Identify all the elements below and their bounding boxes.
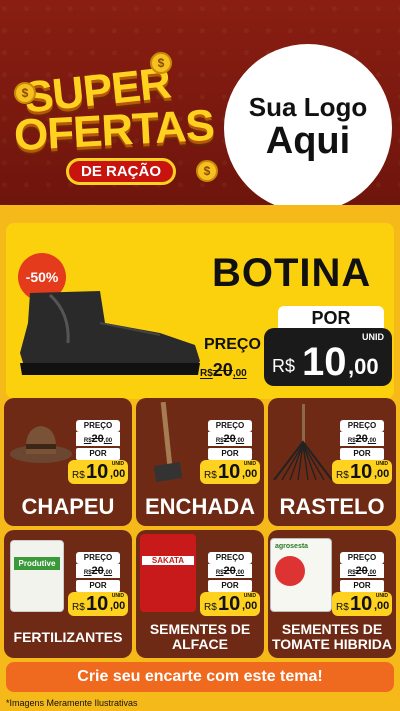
header-banner: SUPER OFERTAS DE RAÇÃO $ $ $ Sua Logo Aq… — [0, 0, 400, 208]
product-name: CHAPEU — [21, 494, 115, 519]
brand-logo-placeholder[interactable]: Sua Logo Aqui — [228, 48, 388, 208]
product-card-sementes-tomate[interactable]: agrosesta PREÇO R$20,00 POR R$ 10,00 UNID … — [268, 530, 396, 658]
hat-image — [10, 426, 72, 463]
product-name: RASTELO — [279, 494, 385, 519]
hero-por-label: POR — [278, 306, 384, 330]
product-card-chapeu[interactable]: PREÇO R$20,00 POR R$ 10,00 UNID CHAPEU — [4, 398, 132, 526]
coin-icon: $ — [14, 82, 36, 104]
racao-ribbon: DE RAÇÃO — [66, 158, 177, 185]
product-name: SEMENTES DE TOMATE HIBRIDA — [271, 621, 393, 652]
product-card-sementes-alface[interactable]: SAKATA PREÇO R$20,00 POR R$ 10,00 UNID SEM… — [136, 530, 264, 658]
price-tag: PREÇO R$20,00 POR R$ 10,00 UNID — [200, 420, 260, 484]
hero-old-price: R$20,00 — [200, 360, 247, 380]
ofertas-text: OFERTAS — [12, 100, 216, 161]
disclaimer-text: *Imagens Meramente Ilustrativas — [6, 698, 138, 708]
hero-preco-label: PREÇO — [204, 336, 261, 353]
seed-packet-image: agrosesta — [270, 538, 332, 612]
hero-new-price: R$ 10 ,00 UNID — [264, 328, 392, 386]
price-tag: PREÇO R$20,00 POR R$ 10,00 UNID — [68, 552, 128, 616]
hoe-image — [154, 402, 182, 482]
hero-title: BOTINA — [212, 251, 372, 295]
product-card-rastelo[interactable]: PREÇO R$20,00 POR R$ 10,00 UNID RASTELO — [268, 398, 396, 526]
price-tag: PREÇO R$20,00 POR R$ 10,00 UNID — [332, 420, 392, 484]
logo-line2: Aqui — [265, 120, 351, 163]
coin-icon: $ — [150, 52, 172, 74]
price-tag: PREÇO R$20,00 POR R$ 10,00 UNID — [68, 420, 128, 484]
price-tag: PREÇO R$20,00 POR R$ 10,00 UNID — [332, 552, 392, 616]
logo-line1: Sua Logo — [248, 91, 368, 122]
product-name: SEMENTES DE ALFACE — [149, 621, 251, 652]
fertilizer-bag-image: Produtive — [10, 540, 64, 612]
coin-icon: $ — [196, 160, 218, 182]
rake-image — [273, 404, 333, 481]
price-tag: PREÇO R$20,00 POR R$ 10,00 UNID — [200, 552, 260, 616]
super-ofertas-logo: SUPER OFERTAS DE RAÇÃO — [12, 58, 224, 188]
product-name: FERTILIZANTES — [13, 629, 123, 645]
product-card-fertilizantes[interactable]: Produtive PREÇO R$20,00 POR R$ 10,00 UNID … — [4, 530, 132, 658]
boot-image — [20, 291, 200, 375]
product-name: ENCHADA — [145, 494, 255, 519]
create-flyer-button[interactable]: Crie seu encarte com este tema! — [6, 662, 394, 692]
seed-packet-image: SAKATA — [140, 534, 196, 612]
product-card-enchada[interactable]: PREÇO R$20,00 POR R$ 10,00 UNID ENCHADA — [136, 398, 264, 526]
